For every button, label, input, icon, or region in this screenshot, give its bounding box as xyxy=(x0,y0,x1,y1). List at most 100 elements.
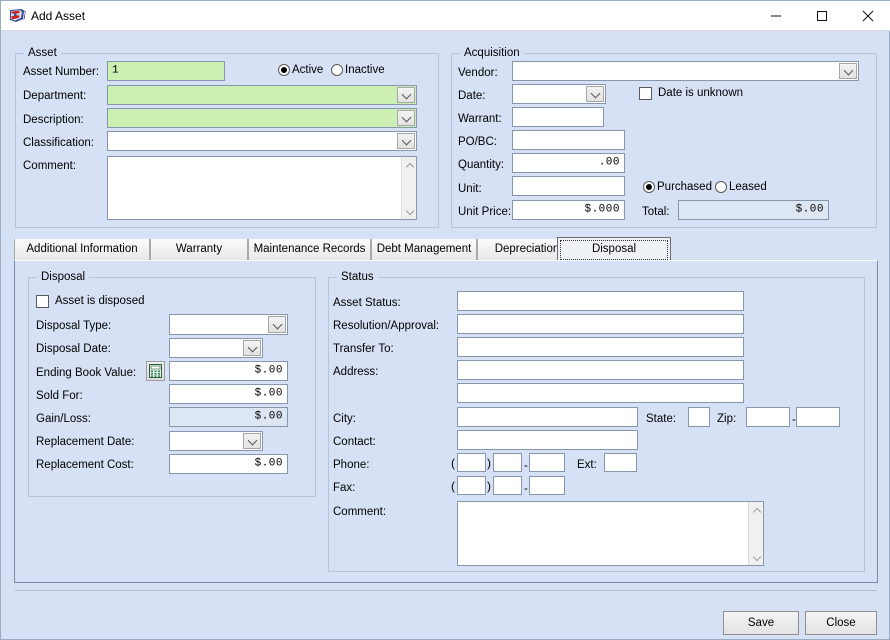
fax-line-input[interactable] xyxy=(529,476,565,495)
phone-prefix-input[interactable] xyxy=(493,453,522,472)
acq-date-combobox[interactable] xyxy=(512,84,606,104)
state-input[interactable] xyxy=(688,407,710,427)
ending-book-value-value: $.00 xyxy=(255,366,283,377)
disposal-date-chevron-down-icon[interactable] xyxy=(243,340,261,356)
footer-divider xyxy=(15,590,877,591)
fax-area-input[interactable] xyxy=(457,476,486,495)
disposal-group-title: Disposal xyxy=(37,270,89,284)
warrant-label: Warrant: xyxy=(458,112,502,126)
status-comment-textarea[interactable] xyxy=(457,501,764,566)
contact-input[interactable] xyxy=(457,430,638,450)
asset-group-title: Asset xyxy=(24,46,61,60)
zip-input[interactable] xyxy=(746,407,790,427)
save-button[interactable]: Save xyxy=(723,611,799,635)
asset-comment-textarea[interactable] xyxy=(107,156,417,220)
sold-for-input[interactable]: $.00 xyxy=(169,384,288,404)
radio-active-label: Active xyxy=(292,63,323,77)
unit-price-label: Unit Price: xyxy=(458,205,511,219)
replacement-date-combobox[interactable] xyxy=(169,431,263,451)
scroll-down-icon[interactable] xyxy=(402,204,417,219)
tab-warranty[interactable]: Warranty xyxy=(150,239,248,260)
tab-label: Debt Management xyxy=(377,243,472,255)
fax-prefix-input[interactable] xyxy=(493,476,522,495)
po-bc-input[interactable] xyxy=(512,130,625,150)
fax-label: Fax: xyxy=(333,481,355,495)
minimize-button[interactable] xyxy=(753,1,799,30)
zip-ext-input[interactable] xyxy=(796,407,840,427)
tab-additional-information[interactable]: Additional Information xyxy=(14,239,150,260)
status-group-title: Status xyxy=(337,270,378,284)
asset-is-disposed-box xyxy=(36,295,49,308)
phone-ext-input[interactable] xyxy=(604,453,637,472)
state-label: State: xyxy=(646,412,676,426)
close-button[interactable] xyxy=(845,1,890,30)
radio-purchased-label: Purchased xyxy=(657,180,712,194)
classification-label: Classification: xyxy=(23,136,94,150)
quantity-input[interactable]: .00 xyxy=(512,153,625,173)
radio-inactive-dot xyxy=(331,64,343,76)
resolution-approval-input[interactable] xyxy=(457,314,744,334)
phone-dash: - xyxy=(524,459,528,473)
disposal-date-combobox[interactable] xyxy=(169,338,263,358)
date-unknown-box xyxy=(639,87,652,100)
disposal-type-chevron-down-icon[interactable] xyxy=(268,316,286,333)
disposal-type-combobox[interactable] xyxy=(169,314,288,335)
scroll-up-icon[interactable] xyxy=(749,502,764,517)
classification-chevron-down-icon[interactable] xyxy=(397,133,415,149)
vendor-label: Vendor: xyxy=(458,66,498,80)
description-chevron-down-icon[interactable] xyxy=(397,110,415,126)
scroll-up-icon[interactable] xyxy=(402,157,417,172)
radio-active-dot xyxy=(278,64,290,76)
tab-maintenance-records[interactable]: Maintenance Records xyxy=(248,239,371,260)
transfer-to-input[interactable] xyxy=(457,337,744,357)
address-label: Address: xyxy=(333,365,378,379)
disposal-date-label: Disposal Date: xyxy=(36,342,111,356)
phone-ext-label: Ext: xyxy=(577,458,597,472)
asset-is-disposed-label: Asset is disposed xyxy=(55,294,145,309)
phone-line-input[interactable] xyxy=(529,453,565,472)
gain-loss-value: $.00 xyxy=(255,412,283,423)
replacement-cost-input[interactable]: $.00 xyxy=(169,454,288,474)
unit-input[interactable] xyxy=(512,176,625,196)
description-combobox[interactable] xyxy=(107,108,417,128)
address-line1-input[interactable] xyxy=(457,360,744,380)
tab-debt-management[interactable]: Debt Management xyxy=(371,239,477,260)
department-chevron-down-icon[interactable] xyxy=(397,87,415,103)
po-bc-label: PO/BC: xyxy=(458,135,497,149)
asset-number-input[interactable]: 1 xyxy=(107,61,225,81)
tab-label: Disposal xyxy=(592,243,636,255)
fax-open-paren: ( xyxy=(451,479,455,493)
phone-area-input[interactable] xyxy=(457,453,486,472)
replacement-date-chevron-down-icon[interactable] xyxy=(243,433,261,449)
resolution-approval-label: Resolution/Approval: xyxy=(333,319,439,333)
calculator-icon xyxy=(149,364,162,378)
ending-book-value-calculator-button[interactable] xyxy=(146,361,165,381)
close-icon xyxy=(862,10,874,22)
unit-label: Unit: xyxy=(458,182,482,196)
unit-price-input[interactable]: $.000 xyxy=(512,200,625,220)
acq-date-chevron-down-icon[interactable] xyxy=(586,86,604,102)
vendor-combobox[interactable] xyxy=(512,61,859,81)
ending-book-value-input[interactable]: $.00 xyxy=(169,361,288,381)
tab-label: Maintenance Records xyxy=(254,243,366,255)
city-input[interactable] xyxy=(457,407,638,427)
address-line2-input[interactable] xyxy=(457,383,744,403)
add-asset-window: Add Asset Asset Asset Number: 1 Active xyxy=(0,0,890,640)
department-combobox[interactable] xyxy=(107,85,417,105)
vendor-chevron-down-icon[interactable] xyxy=(839,63,857,79)
contact-label: Contact: xyxy=(333,435,376,449)
maximize-button[interactable] xyxy=(799,1,845,30)
warrant-input[interactable] xyxy=(512,107,604,127)
close-button-footer[interactable]: Close xyxy=(805,611,877,635)
unit-price-value: $.000 xyxy=(584,205,620,216)
quantity-label: Quantity: xyxy=(458,158,504,172)
asset-status-input[interactable] xyxy=(457,291,744,311)
asset-comment-scrollbar[interactable] xyxy=(401,157,416,219)
status-comment-scrollbar[interactable] xyxy=(748,502,763,565)
classification-combobox[interactable] xyxy=(107,131,417,151)
tab-disposal[interactable]: Disposal xyxy=(557,237,671,260)
scroll-down-icon[interactable] xyxy=(749,550,764,565)
ending-book-value-label: Ending Book Value: xyxy=(36,366,136,380)
city-label: City: xyxy=(333,412,356,426)
sold-for-value: $.00 xyxy=(255,389,283,400)
